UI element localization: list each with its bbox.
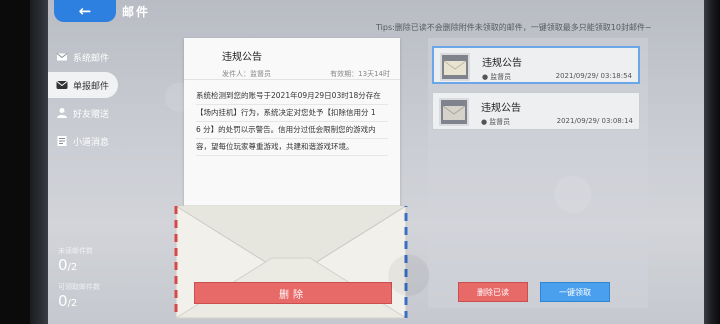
letter-line: 系统检测到您的账号于2021年09月29日03时18分存在: [196, 88, 388, 105]
sidebar-item-rumor[interactable]: 小道消息: [48, 128, 118, 154]
unread-counter: 未读邮件数 0/2: [58, 246, 93, 274]
delete-read-button[interactable]: 删除已读: [458, 282, 528, 302]
report-mail-icon: [56, 79, 68, 91]
delete-button[interactable]: 删除: [194, 282, 392, 304]
letter-validity: 有效期：13天14时: [330, 70, 390, 78]
mail-title: 违规公告: [481, 103, 521, 114]
mail-list-item[interactable]: 违规公告 ● 监督员 2021/09/29/ 03:18:54: [432, 46, 640, 84]
rumor-icon: [56, 135, 68, 147]
claim-all-button[interactable]: 一键领取: [540, 282, 610, 302]
friend-gift-icon: [56, 107, 68, 119]
letter-title: 违规公告: [222, 52, 262, 63]
claimable-label: 可领取邮件数: [58, 283, 100, 291]
unread-count: 0/2: [58, 256, 78, 274]
letter-line: 6 分】的处罚以示警告。信用分过低会限制您的游戏内: [196, 122, 388, 139]
mail-title: 违规公告: [482, 58, 522, 69]
mail-time: 2021/09/29/ 03:08:14: [556, 117, 633, 125]
user-icon: ●: [482, 73, 489, 81]
tips-text: Tips:删除已读不会删除附件未领取的邮件，一键领取最多只能领取10封邮件~: [376, 23, 652, 32]
sidebar-item-label: 小道消息: [73, 137, 110, 148]
letter-meta: 发件人：监督员 有效期：13天14时: [222, 69, 390, 79]
sidebar-item-system-mail[interactable]: 系统邮件: [48, 44, 118, 70]
mail-list-item[interactable]: 违规公告 ● 监督员 2021/09/29/ 03:08:14: [432, 92, 640, 130]
mail-sender: ● 监督员: [482, 73, 512, 81]
mail-screen: ← 邮件 Tips:删除已读不会删除附件未领取的邮件，一键领取最多只能领取10封…: [48, 0, 704, 324]
letter-line: 容，望每位玩家尊重游戏，共建和谐游戏环境。: [196, 139, 388, 156]
sidebar-item-report-mail[interactable]: 单报邮件: [48, 72, 118, 98]
sidebar-item-friend-gift[interactable]: 好友赠送: [48, 100, 118, 126]
letter-body: 系统检测到您的账号于2021年09月29日03时18分存在 【场内挂机】行为，系…: [184, 80, 400, 164]
device-frame: ← 邮件 Tips:删除已读不会删除附件未领取的邮件，一键领取最多只能领取10封…: [0, 0, 720, 324]
envelope-icon: [440, 53, 470, 81]
back-arrow-icon: ←: [78, 2, 92, 20]
letter-header: 违规公告 发件人：监督员 有效期：13天14时: [184, 38, 400, 80]
mail-icon: [56, 51, 68, 63]
user-icon: ●: [481, 118, 488, 126]
claimable-counter: 可领取邮件数 0/2: [58, 282, 100, 310]
envelope-icon: [439, 98, 469, 126]
sidebar: 系统邮件 单报邮件 好友赠送 小道消息: [48, 44, 118, 156]
mail-sender: ● 监督员: [481, 118, 511, 126]
mail-list: 违规公告 ● 监督员 2021/09/29/ 03:18:54 违规公告 ● 监…: [428, 38, 648, 308]
sidebar-item-label: 单报邮件: [73, 81, 110, 92]
back-button[interactable]: ←: [54, 0, 116, 22]
right-bezel: [704, 0, 720, 324]
sidebar-item-label: 好友赠送: [73, 109, 110, 120]
mail-time: 2021/09/29/ 03:18:54: [555, 72, 632, 80]
page-title: 邮件: [122, 5, 151, 19]
unread-label: 未读邮件数: [58, 247, 93, 255]
letter-sender: 发件人：监督员: [222, 70, 271, 78]
left-bezel: [0, 0, 48, 324]
letter-line: 【场内挂机】行为，系统决定对您处予【扣除信用分 1: [196, 105, 388, 122]
sidebar-item-label: 系统邮件: [73, 53, 110, 64]
claimable-count: 0/2: [58, 292, 78, 310]
